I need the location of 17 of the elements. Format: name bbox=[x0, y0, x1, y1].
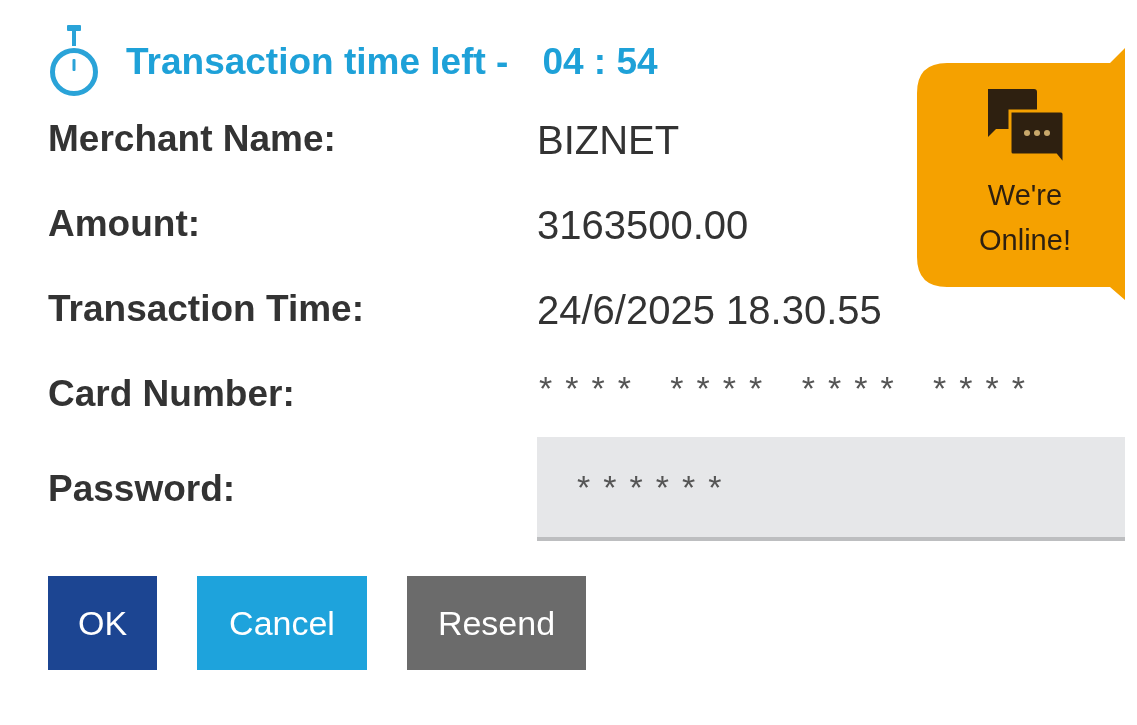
masked-card-number: **** **** **** **** bbox=[539, 370, 1039, 405]
detail-value: BIZNET bbox=[537, 117, 680, 162]
password-field[interactable]: ****** bbox=[537, 437, 1125, 541]
stopwatch-icon bbox=[50, 25, 98, 97]
chat-status-label: We're Online! bbox=[978, 178, 1072, 258]
resend-button[interactable]: Resend bbox=[407, 576, 586, 670]
timer-label: Transaction time left - bbox=[126, 42, 509, 80]
field-label: Amount: bbox=[48, 204, 202, 245]
field-label: Card Number: bbox=[48, 374, 296, 415]
countdown-time: 04 : 54 bbox=[542, 42, 658, 80]
ok-button[interactable]: OK bbox=[48, 576, 157, 670]
detail-value: 3163500.00 bbox=[537, 202, 749, 247]
field-label: Transaction Time: bbox=[48, 289, 365, 330]
field-label: Merchant Name: bbox=[48, 119, 337, 160]
detail-value: 24/6/2025 18.30.55 bbox=[537, 287, 882, 332]
field-label: Password: bbox=[48, 468, 237, 510]
chat-widget[interactable]: We're Online! bbox=[917, 48, 1125, 300]
